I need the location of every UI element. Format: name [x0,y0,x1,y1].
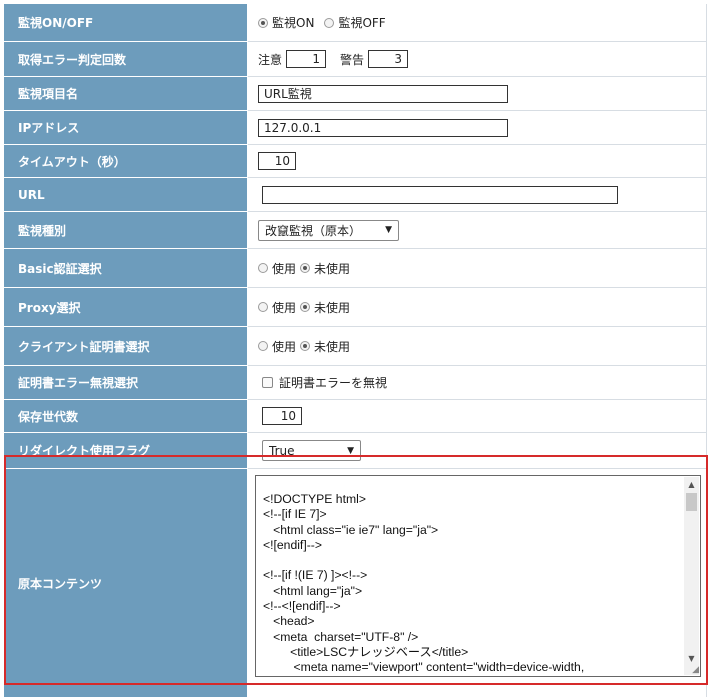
label-ip-address: IPアドレス [4,111,248,145]
notice-label: 注意 [258,52,283,67]
radio-selected-icon [258,17,268,28]
radio-selected-icon [300,341,311,351]
label-monitor-type: 監視種別 [4,212,248,249]
dropdown-arrow-icon: ▼ [347,445,354,456]
radio-proxy-unused[interactable]: 未使用 [300,299,350,316]
label-client-cert: クライアント証明書選択 [4,327,248,366]
redirect-select[interactable]: True ▼ [262,440,361,461]
url-input[interactable] [262,185,618,204]
scroll-down-icon[interactable]: ▼ [684,651,699,665]
row-timeout: タイムアウト（秒） 10 [4,145,707,178]
radio-basic-use[interactable]: 使用 [258,260,296,277]
label-error-count: 取得エラー判定回数 [4,42,248,77]
row-generations: 保存世代数 10 [4,400,707,433]
label-original-content: 原本コンテンツ [4,469,248,698]
notice-count-input[interactable]: 1 [286,50,327,68]
warning-label: 警告 [340,52,365,67]
radio-cert-unused[interactable]: 未使用 [300,338,350,355]
label-item-name: 監視項目名 [4,77,248,111]
radio-basic-unused[interactable]: 未使用 [300,260,350,277]
vertical-scrollbar[interactable]: ▲ ▼ [684,477,699,675]
item-name-input[interactable]: URL監視 [258,84,508,103]
dropdown-arrow-icon: ▼ [385,225,392,235]
ip-address-input[interactable]: 127.0.0.1 [258,118,508,137]
warning-count-input[interactable]: 3 [368,50,409,68]
row-monitor-onoff: 監視ON/OFF 監視ON 監視OFF [4,4,707,42]
label-redirect: リダイレクト使用フラグ [4,433,248,469]
label-url: URL [4,178,248,212]
radio-empty-icon [258,263,268,273]
row-url: URL [4,178,707,212]
row-basic-auth: Basic認証選択 使用 未使用 [4,249,707,288]
resize-handle-icon[interactable]: ◢ [687,665,699,675]
row-error-count: 取得エラー判定回数 注意 1 警告 3 [4,42,707,77]
row-ip-address: IPアドレス 127.0.0.1 [4,111,707,145]
label-generations: 保存世代数 [4,400,248,433]
radio-selected-icon [300,263,311,273]
label-proxy: Proxy選択 [4,288,248,327]
ignore-cert-error-label: 証明書エラーを無視 [279,376,388,390]
row-proxy: Proxy選択 使用 未使用 [4,288,707,327]
radio-proxy-use[interactable]: 使用 [258,299,296,316]
timeout-input[interactable]: 10 [258,152,296,170]
row-monitor-type: 監視種別 改竄監視（原本） ▼ [4,212,707,249]
ignore-cert-error-checkbox[interactable] [262,377,273,388]
scroll-up-icon[interactable]: ▲ [684,477,699,491]
radio-monitor-on[interactable]: 監視ON [258,14,314,31]
label-monitor-onoff: 監視ON/OFF [4,4,248,42]
radio-empty-icon [258,302,268,312]
row-redirect: リダイレクト使用フラグ True ▼ [4,433,707,469]
label-cert-error: 証明書エラー無視選択 [4,366,248,400]
original-content-text: <!DOCTYPE html> <!--[if IE 7]> <html cla… [263,492,585,675]
monitor-type-select[interactable]: 改竄監視（原本） ▼ [258,219,399,241]
scrollbar-thumb[interactable] [686,493,697,511]
label-basic-auth: Basic認証選択 [4,249,248,288]
radio-empty-icon [324,17,335,28]
radio-empty-icon [258,341,268,351]
radio-selected-icon [300,302,311,312]
radio-monitor-off[interactable]: 監視OFF [324,14,386,31]
generations-input[interactable]: 10 [262,407,302,425]
label-timeout: タイムアウト（秒） [4,145,248,178]
original-content-textarea[interactable]: <!DOCTYPE html> <!--[if IE 7]> <html cla… [255,475,701,677]
row-cert-error: 証明書エラー無視選択 証明書エラーを無視 [4,366,707,400]
row-client-cert: クライアント証明書選択 使用 未使用 [4,327,707,366]
row-item-name: 監視項目名 URL監視 [4,77,707,111]
radio-cert-use[interactable]: 使用 [258,338,296,355]
